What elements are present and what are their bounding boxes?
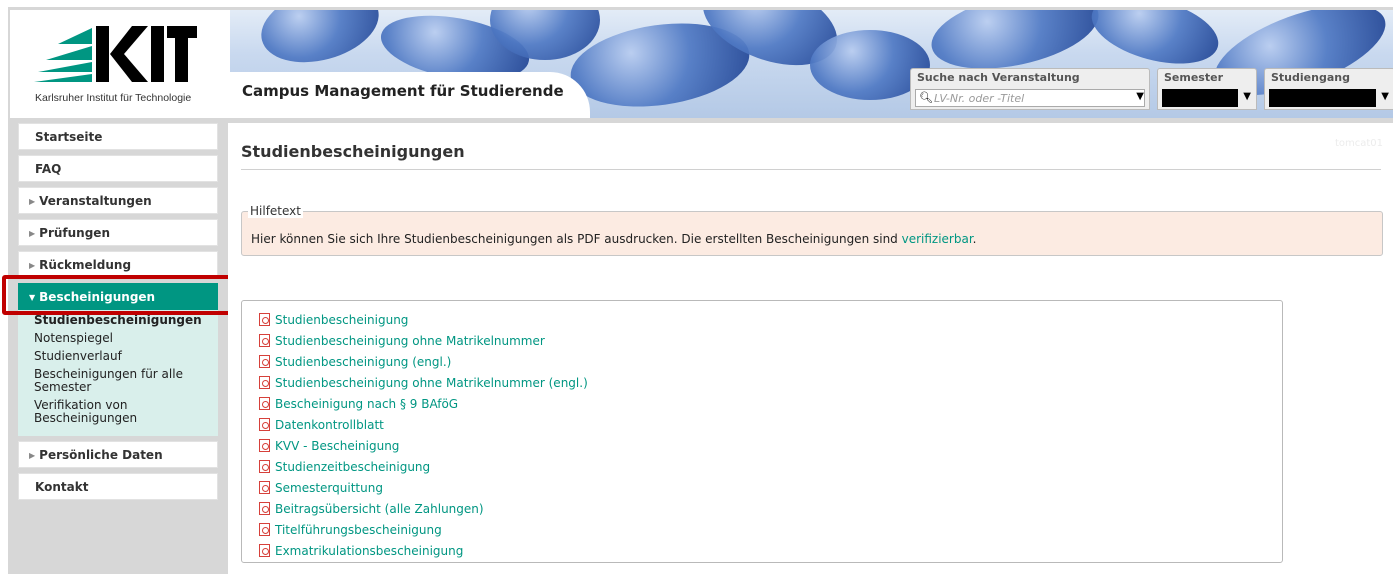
pdf-icon bbox=[259, 355, 270, 368]
chevron-right-icon: ▶ bbox=[29, 261, 36, 270]
search-icon: 🔍︎ bbox=[919, 91, 933, 104]
red-highlight-box bbox=[2, 275, 233, 315]
search-placeholder: LV-Nr. oder -Titel bbox=[934, 92, 1025, 105]
sidebar-item-faq[interactable]: FAQ bbox=[18, 155, 218, 182]
list-item[interactable]: Titelführungsbescheinigung bbox=[259, 519, 1282, 540]
sidebar-item-veranstaltungen[interactable]: ▶ Veranstaltungen bbox=[18, 187, 218, 214]
search-dropdown-arrow-icon[interactable]: ▼ bbox=[1136, 91, 1144, 102]
studiengang-value-redacted[interactable] bbox=[1269, 89, 1376, 107]
chevron-right-icon: ▶ bbox=[29, 197, 36, 206]
pdf-icon bbox=[259, 544, 270, 557]
list-item[interactable]: Beitragsübersicht (alle Zahlungen) bbox=[259, 498, 1282, 519]
list-item[interactable]: Studienbescheinigung ohne Matrikelnummer… bbox=[259, 372, 1282, 393]
header: Karlsruher Institut für Technologie Camp… bbox=[10, 10, 1393, 118]
submenu-item-verifikation[interactable]: Verifikation von Bescheinigungen bbox=[34, 399, 210, 425]
main-content: tomcat01 Studienbescheinigungen Hilfetex… bbox=[228, 123, 1393, 574]
list-item[interactable]: Studienzeitbescheinigung bbox=[259, 456, 1282, 477]
pdf-icon bbox=[259, 397, 270, 410]
help-text: Hier können Sie sich Ihre Studienbeschei… bbox=[251, 232, 977, 246]
list-item[interactable]: Studienbescheinigung bbox=[259, 309, 1282, 330]
title-divider bbox=[241, 169, 1381, 170]
sidebar-item-startseite[interactable]: Startseite bbox=[18, 123, 218, 150]
studiengang-dropdown-arrow-icon[interactable]: ▼ bbox=[1381, 91, 1389, 102]
pdf-icon bbox=[259, 481, 270, 494]
kit-logo[interactable]: Karlsruher Institut für Technologie bbox=[10, 10, 224, 118]
pdf-icon bbox=[259, 418, 270, 431]
submenu-item-notenspiegel[interactable]: Notenspiegel bbox=[34, 332, 210, 345]
app-title: Campus Management für Studierende bbox=[242, 82, 564, 100]
course-search[interactable]: Suche nach Veranstaltung 🔍︎ LV-Nr. oder … bbox=[910, 68, 1150, 110]
semester-dropdown-arrow-icon[interactable]: ▼ bbox=[1243, 91, 1251, 102]
search-label: Suche nach Veranstaltung bbox=[917, 71, 1080, 84]
pdf-icon bbox=[259, 376, 270, 389]
kit-logo-mark bbox=[34, 26, 197, 82]
chevron-right-icon: ▶ bbox=[29, 229, 36, 238]
submenu-item-alle-semester[interactable]: Bescheinigungen für alle Semester bbox=[34, 368, 210, 394]
sidebar-item-persoenliche-daten[interactable]: ▶ Persönliche Daten bbox=[18, 441, 218, 468]
list-item[interactable]: Exmatrikulationsbescheinigung bbox=[259, 540, 1282, 561]
bescheinigungen-submenu: Studienbescheinigungen Notenspiegel Stud… bbox=[18, 310, 218, 436]
pdf-icon bbox=[259, 460, 270, 473]
sidebar-item-rueckmeldung[interactable]: ▶ Rückmeldung bbox=[18, 251, 218, 278]
studiengang-label: Studiengang bbox=[1271, 71, 1350, 84]
list-item[interactable]: Datenkontrollblatt bbox=[259, 414, 1282, 435]
server-tag: tomcat01 bbox=[1334, 138, 1383, 149]
semester-select[interactable]: Semester ▼ bbox=[1157, 68, 1257, 110]
pdf-icon bbox=[259, 502, 270, 515]
sidebar-item-kontakt[interactable]: Kontakt bbox=[18, 473, 218, 500]
search-input[interactable]: 🔍︎ LV-Nr. oder -Titel bbox=[915, 89, 1145, 107]
list-item[interactable]: Studienbescheinigung ohne Matrikelnummer bbox=[259, 330, 1282, 351]
page-title: Studienbescheinigungen bbox=[241, 142, 465, 161]
document-list: Studienbescheinigung Studienbescheinigun… bbox=[241, 300, 1283, 563]
semester-label: Semester bbox=[1164, 71, 1223, 84]
help-box: Hilfetext Hier können Sie sich Ihre Stud… bbox=[241, 204, 1383, 256]
list-item[interactable]: Bescheinigung nach § 9 BAföG bbox=[259, 393, 1282, 414]
pdf-icon bbox=[259, 334, 270, 347]
sidebar-item-pruefungen[interactable]: ▶ Prüfungen bbox=[18, 219, 218, 246]
logo-subtitle: Karlsruher Institut für Technologie bbox=[35, 92, 192, 104]
submenu-item-studienverlauf[interactable]: Studienverlauf bbox=[34, 350, 210, 363]
pdf-icon bbox=[259, 439, 270, 452]
chevron-right-icon: ▶ bbox=[29, 451, 36, 460]
studiengang-select[interactable]: Studiengang ▼ bbox=[1264, 68, 1393, 110]
submenu-item-studienbescheinigungen[interactable]: Studienbescheinigungen bbox=[34, 314, 210, 327]
pdf-icon bbox=[259, 313, 270, 326]
list-item[interactable]: Semesterquittung bbox=[259, 477, 1282, 498]
list-item[interactable]: KVV - Bescheinigung bbox=[259, 435, 1282, 456]
semester-value-redacted[interactable] bbox=[1162, 89, 1238, 107]
verifizierbar-link[interactable]: verifizierbar bbox=[902, 232, 973, 246]
list-item[interactable]: Studienbescheinigung (engl.) bbox=[259, 351, 1282, 372]
pdf-icon bbox=[259, 523, 270, 536]
help-legend: Hilfetext bbox=[248, 204, 303, 218]
header-banner: Campus Management für Studierende Suche … bbox=[230, 10, 1393, 118]
